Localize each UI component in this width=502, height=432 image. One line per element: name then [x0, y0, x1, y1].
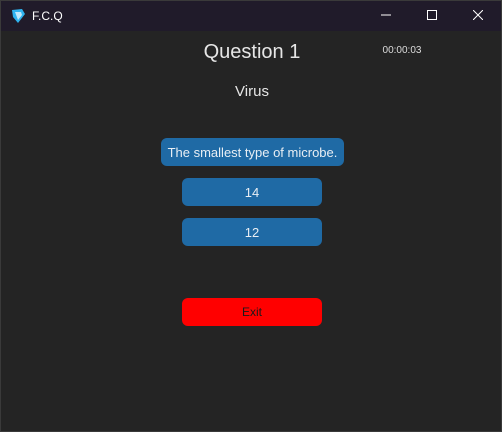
minimize-button[interactable] [363, 1, 409, 31]
exit-button-label: Exit [241, 305, 262, 319]
timer-label: 00:00:03 [382, 45, 422, 56]
minimize-icon [381, 7, 391, 25]
maximize-button[interactable] [409, 1, 455, 31]
app-icon [10, 8, 26, 24]
exit-button[interactable]: Exit [182, 298, 322, 326]
window-title: F.C.Q [32, 9, 63, 23]
close-button[interactable] [455, 1, 501, 31]
title-bar[interactable]: F.C.Q [1, 1, 501, 31]
answer-button-label: The smallest type of microbe. [167, 144, 338, 160]
answer-button-label: 14 [244, 184, 260, 200]
quiz-word: Virus [235, 83, 269, 100]
question-title: Question 1 [203, 41, 301, 63]
answer-button-label: 12 [244, 224, 260, 240]
answer-button-3[interactable]: 12 [182, 218, 322, 246]
app-window: F.C.Q Question 1 00:00:03 Virus The smal… [0, 0, 502, 432]
maximize-icon [427, 7, 437, 25]
answer-button-2[interactable]: 14 [182, 178, 322, 206]
close-icon [472, 7, 484, 25]
answer-button-1[interactable]: The smallest type of microbe. [161, 138, 344, 166]
